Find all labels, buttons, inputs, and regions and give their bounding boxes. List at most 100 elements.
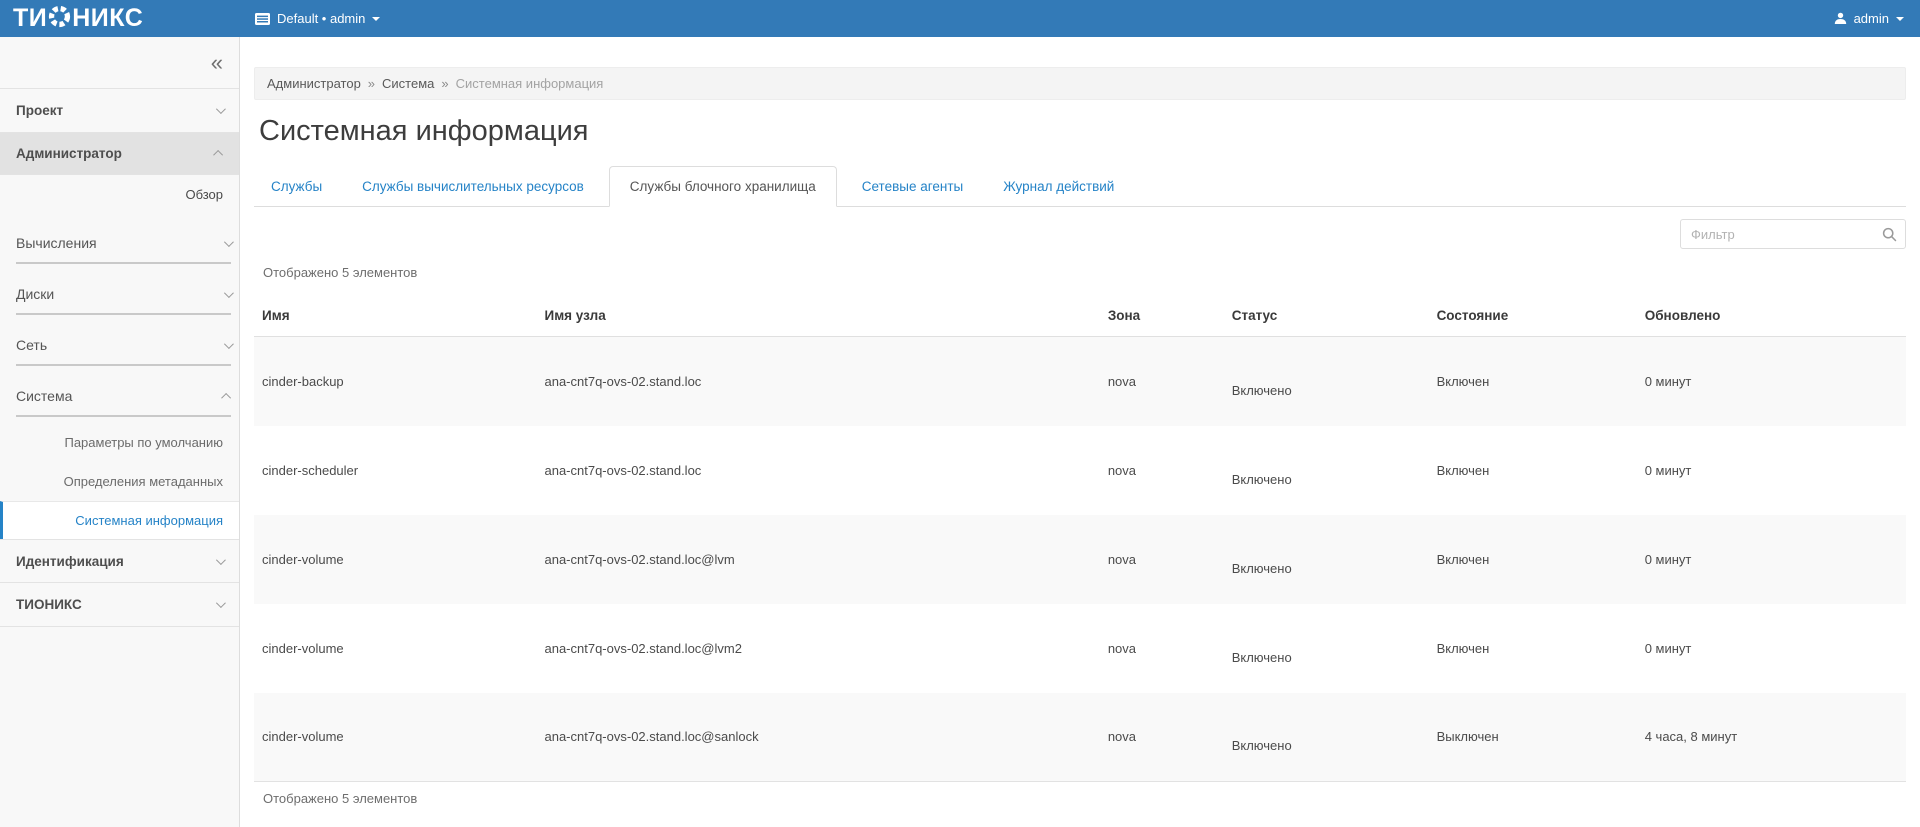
table-row: cinder-volume ana-cnt7q-ovs-02.stand.loc… bbox=[254, 604, 1906, 693]
chevron-down-icon bbox=[224, 339, 234, 349]
cell-status: Включено bbox=[1224, 515, 1429, 604]
chevron-down-icon bbox=[216, 104, 226, 114]
cell-updated: 0 минут bbox=[1637, 604, 1906, 693]
cell-updated: 0 минут bbox=[1637, 515, 1906, 604]
logo-text-prefix: ТИ bbox=[13, 6, 47, 31]
status-value: Включено bbox=[1232, 561, 1292, 576]
cell-host: ana-cnt7q-ovs-02.stand.loc@lvm2 bbox=[536, 604, 1099, 693]
page-title: Системная информация bbox=[259, 113, 1906, 149]
sidebar-defaults-label: Параметры по умолчанию bbox=[64, 435, 223, 450]
tab-bar: Службы Службы вычислительных ресурсов Сл… bbox=[254, 166, 1906, 207]
status-value: Включено bbox=[1232, 650, 1292, 665]
cell-zone: nova bbox=[1100, 693, 1224, 782]
cell-zone: nova bbox=[1100, 515, 1224, 604]
status-value: Включено bbox=[1232, 383, 1292, 398]
content-area: Администратор » Система » Системная инфо… bbox=[240, 37, 1920, 827]
table-row: cinder-volume ana-cnt7q-ovs-02.stand.loc… bbox=[254, 693, 1906, 782]
user-menu-dropdown[interactable]: admin bbox=[1834, 11, 1904, 26]
user-menu-label: admin bbox=[1854, 11, 1889, 26]
cell-host: ana-cnt7q-ovs-02.stand.loc@lvm bbox=[536, 515, 1099, 604]
cell-zone: nova bbox=[1100, 426, 1224, 515]
cell-host: ana-cnt7q-ovs-02.stand.loc@sanlock bbox=[536, 693, 1099, 782]
breadcrumb-item-system[interactable]: Система bbox=[382, 76, 434, 91]
sidebar-project-label: Проект bbox=[16, 103, 63, 118]
main-layout: « Проект Администратор Обзор Вычисления … bbox=[0, 37, 1920, 827]
status-value: Включено bbox=[1232, 738, 1292, 753]
breadcrumb-separator: » bbox=[368, 76, 375, 91]
cell-state: Включен bbox=[1429, 604, 1637, 693]
items-shown-count-bottom: Отображено 5 элементов bbox=[254, 791, 1906, 806]
sidebar-system-info-label: Системная информация bbox=[75, 513, 223, 528]
tab-block-storage-services[interactable]: Службы блочного хранилища bbox=[609, 166, 837, 207]
breadcrumb-separator: » bbox=[441, 76, 448, 91]
top-bar: ТИ НИКС Default • admin admin bbox=[0, 0, 1920, 37]
sidebar-group-volumes-label: Диски bbox=[16, 286, 54, 302]
table-row: cinder-volume ana-cnt7q-ovs-02.stand.loc… bbox=[254, 515, 1906, 604]
cell-updated: 0 минут bbox=[1637, 337, 1906, 426]
chevron-down-icon bbox=[224, 237, 234, 247]
cell-zone: nova bbox=[1100, 604, 1224, 693]
tab-compute-services[interactable]: Службы вычислительных ресурсов bbox=[347, 166, 599, 207]
breadcrumb-item-current: Системная информация bbox=[456, 76, 604, 91]
column-header-updated: Обновлено bbox=[1637, 292, 1906, 337]
cell-status: Включено bbox=[1224, 604, 1429, 693]
block-storage-services-table: Имя Имя узла Зона Статус Состояние Обнов… bbox=[254, 292, 1906, 782]
sidebar-admin-label: Администратор bbox=[16, 146, 122, 161]
breadcrumb: Администратор » Система » Системная инфо… bbox=[254, 67, 1906, 100]
sidebar-group-network-label: Сеть bbox=[16, 337, 47, 353]
tab-services[interactable]: Службы bbox=[256, 166, 337, 207]
filter-row bbox=[254, 207, 1906, 249]
sidebar-overview-label: Обзор bbox=[185, 187, 223, 202]
filter-box bbox=[1680, 219, 1906, 249]
sidebar-item-admin[interactable]: Администратор bbox=[0, 133, 239, 175]
sidebar-identity-label: Идентификация bbox=[16, 554, 124, 569]
filter-input[interactable] bbox=[1680, 219, 1906, 249]
user-icon bbox=[1834, 12, 1847, 25]
cell-state: Включен bbox=[1429, 426, 1637, 515]
cell-name: cinder-volume bbox=[254, 693, 536, 782]
cell-host: ana-cnt7q-ovs-02.stand.loc bbox=[536, 426, 1099, 515]
sidebar-item-system-info[interactable]: Системная информация bbox=[0, 501, 239, 540]
logo-swirl-icon bbox=[47, 5, 72, 33]
sidebar-group-compute[interactable]: Вычисления bbox=[16, 224, 231, 264]
cell-host: ana-cnt7q-ovs-02.stand.loc bbox=[536, 337, 1099, 426]
sidebar-group-volumes[interactable]: Диски bbox=[16, 275, 231, 315]
cell-zone: nova bbox=[1100, 337, 1224, 426]
cell-name: cinder-volume bbox=[254, 604, 536, 693]
logo[interactable]: ТИ НИКС bbox=[13, 5, 143, 33]
sidebar-group-system[interactable]: Система bbox=[16, 377, 231, 417]
cell-name: cinder-backup bbox=[254, 337, 536, 426]
sidebar-group-network[interactable]: Сеть bbox=[16, 326, 231, 366]
column-header-status: Статус bbox=[1224, 292, 1429, 337]
chevron-up-icon bbox=[221, 392, 231, 402]
column-header-host: Имя узла bbox=[536, 292, 1099, 337]
sidebar-metadata-defs-label: Определения метаданных bbox=[64, 474, 223, 489]
column-header-zone: Зона bbox=[1100, 292, 1224, 337]
cell-name: cinder-volume bbox=[254, 515, 536, 604]
table-row: cinder-scheduler ana-cnt7q-ovs-02.stand.… bbox=[254, 426, 1906, 515]
sidebar-group-compute-label: Вычисления bbox=[16, 235, 97, 251]
sidebar-collapse-button[interactable]: « bbox=[0, 37, 239, 89]
tab-network-agents[interactable]: Сетевые агенты bbox=[847, 166, 978, 207]
items-shown-count-top: Отображено 5 элементов bbox=[254, 265, 1906, 280]
breadcrumb-item-admin[interactable]: Администратор bbox=[267, 76, 361, 91]
cell-updated: 0 минут bbox=[1637, 426, 1906, 515]
sidebar: « Проект Администратор Обзор Вычисления … bbox=[0, 37, 240, 827]
search-icon[interactable] bbox=[1882, 227, 1897, 242]
chevron-up-icon bbox=[213, 150, 223, 160]
column-header-state: Состояние bbox=[1429, 292, 1637, 337]
sidebar-item-defaults[interactable]: Параметры по умолчанию bbox=[0, 423, 239, 462]
cell-status: Включено bbox=[1224, 693, 1429, 782]
cell-name: cinder-scheduler bbox=[254, 426, 536, 515]
sidebar-item-overview[interactable]: Обзор bbox=[0, 175, 239, 213]
sidebar-item-identity[interactable]: Идентификация bbox=[0, 539, 239, 583]
chevron-down-icon bbox=[216, 598, 226, 608]
context-switcher-label: Default • admin bbox=[277, 11, 365, 26]
tab-action-log[interactable]: Журнал действий bbox=[988, 166, 1129, 207]
sidebar-item-metadata-defs[interactable]: Определения метаданных bbox=[0, 462, 239, 501]
cell-state: Включен bbox=[1429, 337, 1637, 426]
sidebar-item-tionix[interactable]: ТИОНИКС bbox=[0, 583, 239, 627]
context-switcher-dropdown[interactable]: Default • admin bbox=[255, 11, 380, 26]
cell-updated: 4 часа, 8 минут bbox=[1637, 693, 1906, 782]
sidebar-item-project[interactable]: Проект bbox=[0, 89, 239, 133]
